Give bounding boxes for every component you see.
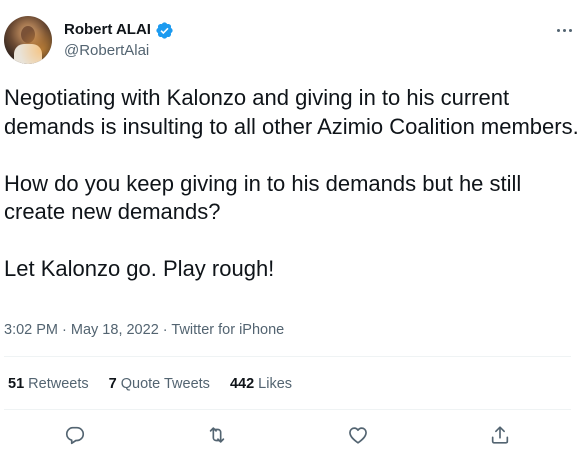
author-block[interactable]: Robert ALAI @RobertAlai [64, 20, 174, 61]
tweet-date[interactable]: May 18, 2022 [71, 322, 159, 338]
tweet-header: Robert ALAI @RobertAlai [4, 16, 581, 68]
retweets-label: Retweets [28, 376, 89, 392]
retweets-stat[interactable]: 51 Retweets [8, 374, 89, 394]
tweet-text: Negotiating with Kalonzo and giving in t… [4, 85, 579, 281]
share-button[interactable] [487, 422, 513, 448]
tweet-stats: 51 Retweets 7 Quote Tweets 442 Likes [8, 374, 292, 394]
tweet-meta: 3:02 PM · May 18, 2022 · Twitter for iPh… [4, 320, 284, 340]
avatar[interactable] [4, 16, 52, 64]
handle[interactable]: @RobertAlai [64, 41, 174, 61]
likes-label: Likes [258, 376, 293, 392]
quotes-label: Quote Tweets [120, 376, 210, 392]
display-name[interactable]: Robert ALAI [64, 20, 151, 40]
quotes-stat[interactable]: 7 Quote Tweets [109, 374, 210, 394]
reply-icon [65, 426, 85, 445]
verified-badge-icon [155, 21, 174, 40]
like-button[interactable] [345, 422, 371, 448]
divider [4, 409, 571, 410]
likes-stat[interactable]: 442 Likes [230, 374, 292, 394]
quotes-count: 7 [108, 376, 117, 392]
action-bar [4, 420, 571, 450]
reply-button[interactable] [62, 422, 88, 448]
more-options-icon[interactable] [552, 20, 576, 40]
tweet-time[interactable]: 3:02 PM [4, 322, 58, 338]
likes-count: 442 [229, 376, 255, 392]
meta-separator: · [62, 322, 71, 338]
avatar-glow [4, 16, 52, 64]
dot [568, 28, 572, 32]
retweets-count: 51 [8, 376, 25, 392]
share-icon [491, 426, 509, 444]
dot [556, 28, 560, 32]
dot [562, 28, 566, 32]
divider [4, 356, 571, 357]
like-icon [349, 427, 367, 444]
retweet-icon [209, 427, 225, 443]
name-row: Robert ALAI [64, 20, 174, 40]
retweet-button[interactable] [204, 422, 230, 448]
tweet-source[interactable]: Twitter for iPhone [171, 322, 284, 338]
